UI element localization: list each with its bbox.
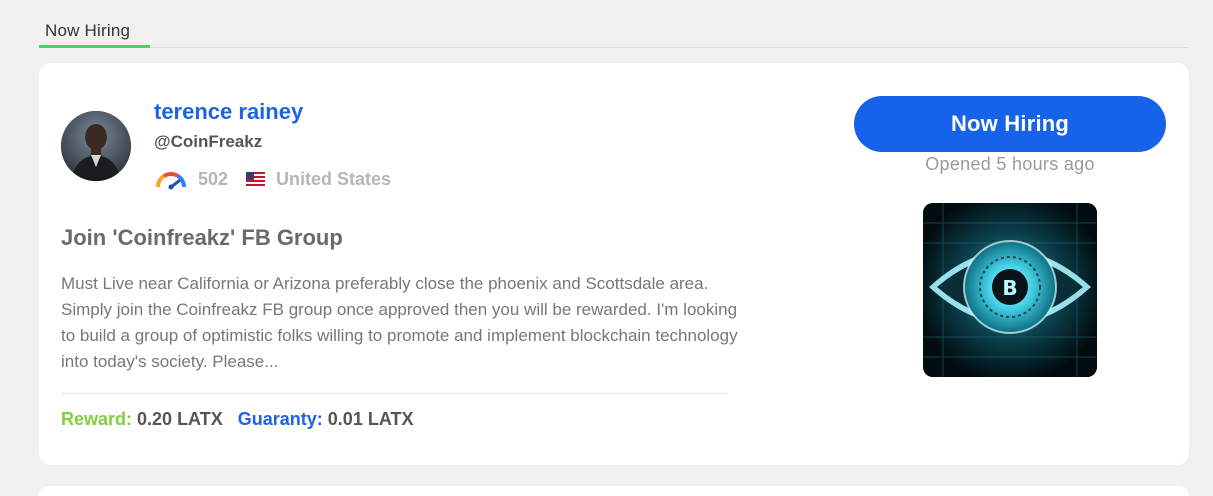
guaranty-value: 0.01 LATX — [327, 409, 414, 429]
user-country: United States — [276, 168, 392, 189]
avatar[interactable] — [61, 111, 131, 181]
user-name-link[interactable]: terence rainey — [154, 99, 303, 125]
job-image[interactable]: B — [923, 203, 1097, 377]
opened-time: Opened 5 hours ago — [925, 154, 1095, 174]
gauge-icon — [155, 172, 187, 190]
us-flag-icon — [246, 172, 266, 186]
divider — [61, 393, 728, 394]
guaranty-label: Guaranty: — [237, 409, 323, 429]
tab-now-hiring[interactable]: Now Hiring — [39, 20, 150, 48]
tab-bar: Now Hiring — [39, 0, 1189, 48]
next-card — [39, 486, 1189, 496]
job-card: terence rainey @CoinFreakz 502 United St… — [39, 63, 1189, 465]
now-hiring-button[interactable]: Now Hiring — [854, 96, 1166, 152]
reward-row: Reward: 0.20 LATX Guaranty: 0.01 LATX — [61, 409, 414, 430]
job-title[interactable]: Join 'Coinfreakz' FB Group — [61, 225, 343, 251]
user-score: 502 — [198, 168, 229, 189]
reward-value: 0.20 LATX — [137, 409, 223, 429]
job-description: Must Live near California or Arizona pre… — [61, 274, 738, 371]
user-meta: 502 United States — [154, 167, 391, 191]
user-handle: @CoinFreakz — [154, 132, 263, 151]
svg-text:B: B — [1002, 276, 1017, 300]
reward-label: Reward: — [61, 409, 133, 429]
